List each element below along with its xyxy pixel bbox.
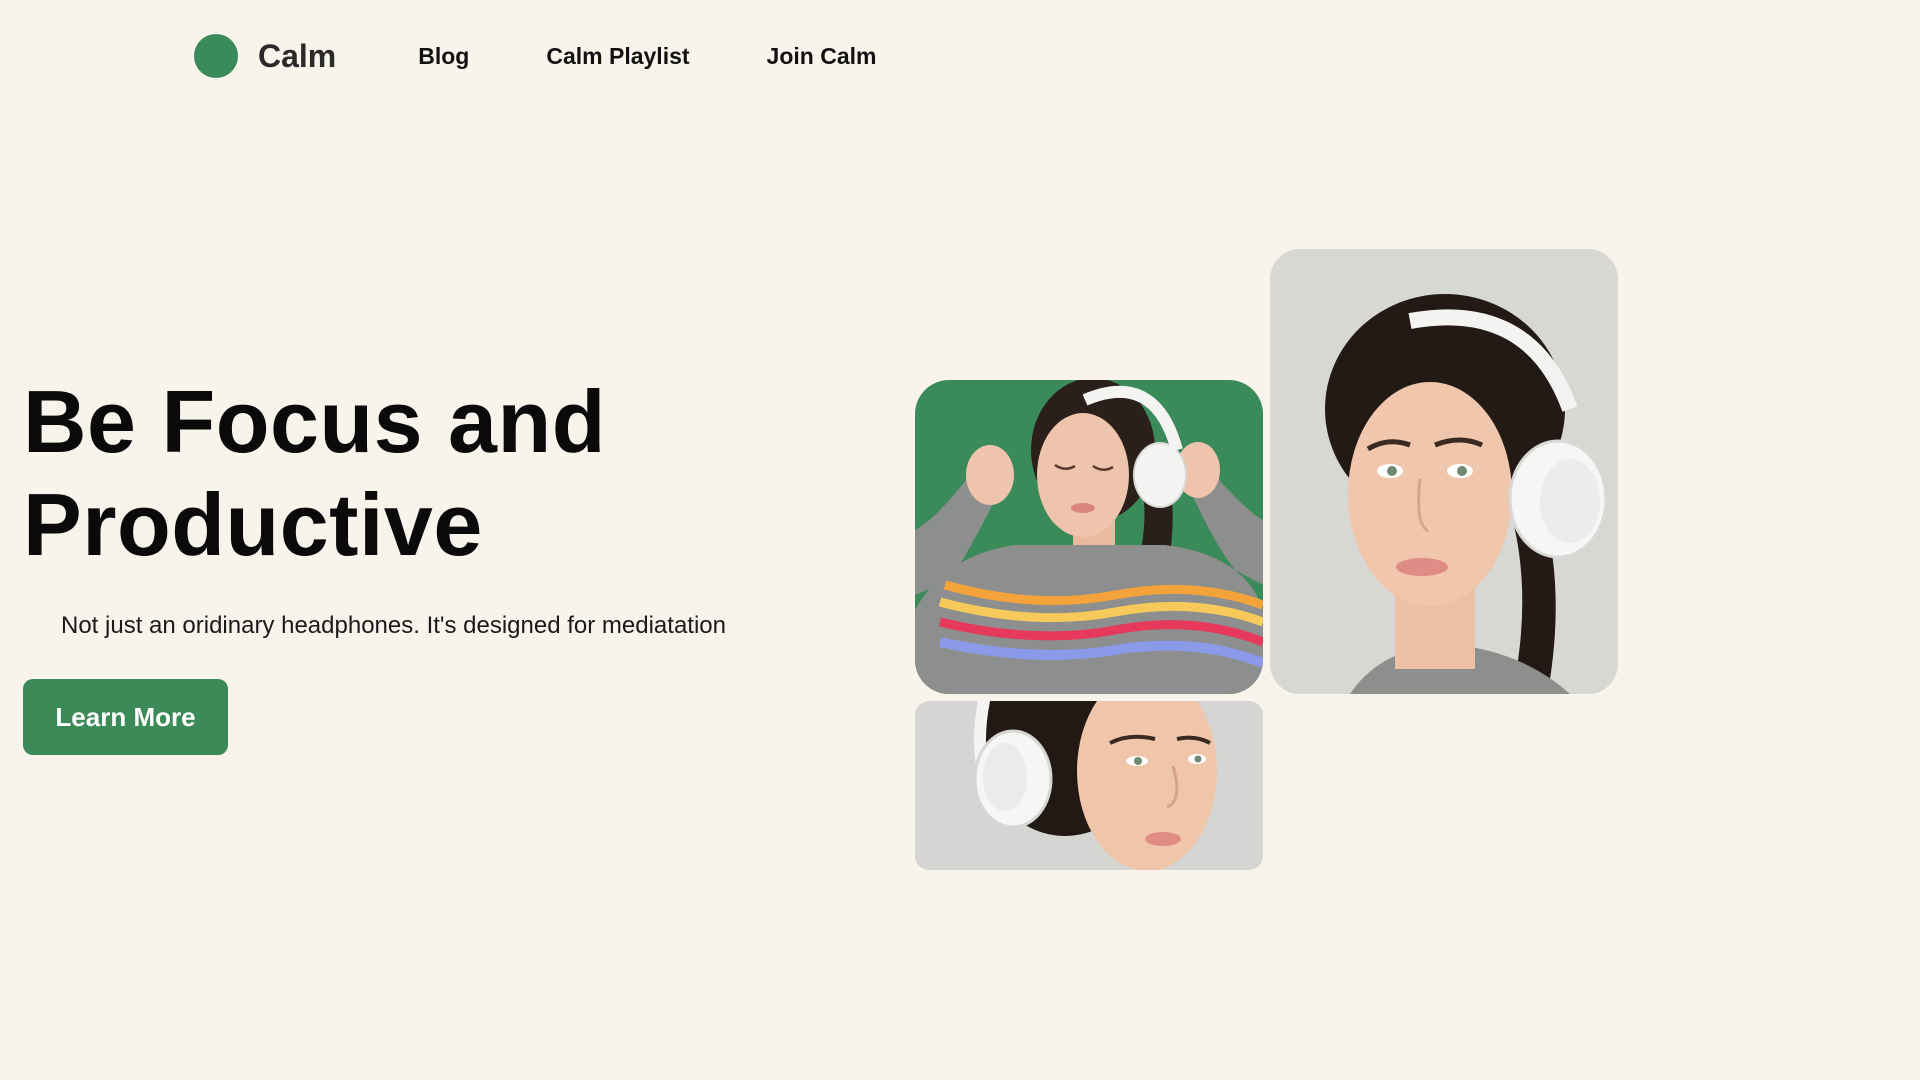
- gallery-image-woman-green-background: [915, 380, 1263, 694]
- hero-title-line-2: Productive: [23, 475, 483, 574]
- woman-headphones-portrait-illustration: [1270, 249, 1618, 694]
- nav-link-join-calm[interactable]: Join Calm: [767, 43, 877, 70]
- learn-more-button[interactable]: Learn More: [23, 679, 228, 755]
- nav-link-blog[interactable]: Blog: [418, 43, 469, 70]
- woman-headphones-green-illustration: [915, 380, 1263, 694]
- hero-title-line-1: Be Focus and: [23, 372, 606, 471]
- gallery-image-woman-side-profile: [915, 701, 1263, 870]
- hero-title: Be Focus and Productive: [23, 370, 606, 576]
- hero-subtitle: Not just an oridinary headphones. It's d…: [61, 612, 726, 639]
- woman-headphones-side-profile-illustration: [915, 701, 1263, 870]
- main-nav: Blog Calm Playlist Join Calm: [418, 43, 876, 70]
- site-header: Calm Blog Calm Playlist Join Calm: [194, 32, 876, 80]
- gallery-image-woman-portrait: [1270, 249, 1618, 694]
- green-circle-logo-icon: [194, 34, 238, 78]
- brand-logo-link[interactable]: Calm: [194, 34, 336, 78]
- brand-name: Calm: [258, 37, 337, 74]
- nav-link-calm-playlist[interactable]: Calm Playlist: [546, 43, 689, 70]
